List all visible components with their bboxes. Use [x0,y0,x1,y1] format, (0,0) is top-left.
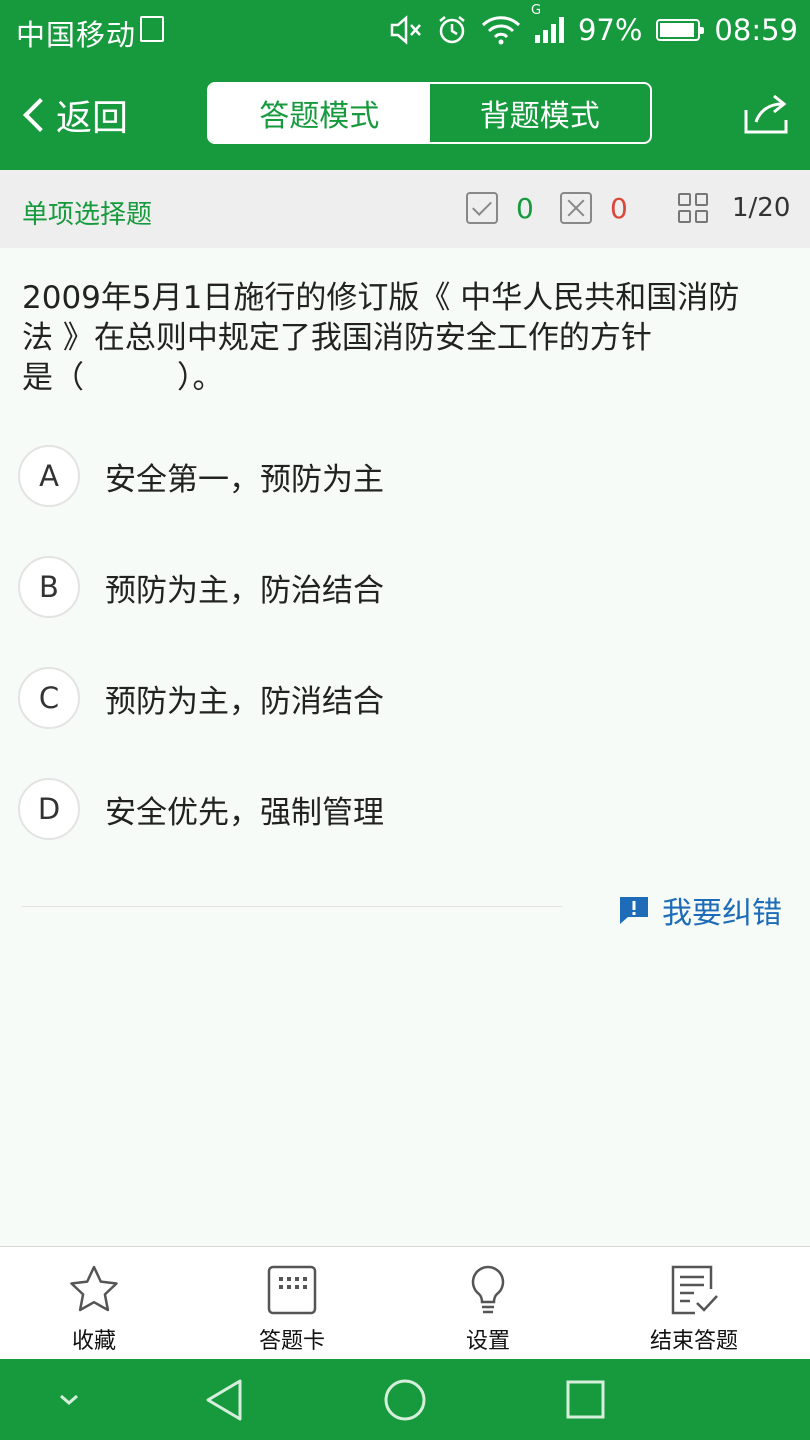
option-d[interactable]: D 安全优先，强制管理 [18,777,788,841]
mode-switch: 答题模式 背题模式 [207,82,652,144]
option-c[interactable]: C 预防为主，防消结合 [18,666,788,730]
finish-button[interactable]: 结束答题 [624,1263,764,1355]
report-label: 我要纠错 [662,896,782,931]
progress-indicator[interactable]: 1/20 [678,188,790,228]
wrong-stat: 0 [560,188,628,228]
clock: 08:59 [714,13,798,47]
lightbulb-icon [471,1265,505,1314]
settings-button[interactable]: 设置 [418,1263,558,1355]
correct-count: 0 [516,191,534,225]
battery-icon [656,19,705,41]
nav-home-icon[interactable] [380,1377,430,1423]
tool-label: 答题卡 [258,1329,325,1354]
grid-icon [678,193,708,223]
option-letter: A [18,445,80,507]
question-progress: 1/20 [732,193,791,223]
back-button[interactable]: 返回 [20,90,128,140]
app-header: 返回 答题模式 背题模式 [0,60,810,170]
tab-answer-mode[interactable]: 答题模式 [209,84,430,142]
answer-card-button[interactable]: 答题卡 [222,1263,362,1355]
mute-icon [390,15,421,45]
star-icon [70,1265,118,1312]
correct-stat: 0 [466,188,534,228]
screenshot-notification-icon [140,16,164,42]
option-a[interactable]: A 安全第一，预防为主 [18,444,788,508]
question-type: 单项选择题 [22,200,153,230]
correct-check-icon [466,192,498,224]
option-text: 预防为主，防消结合 [105,683,384,720]
question-info-bar: 单项选择题 0 0 1/20 [0,170,810,248]
nav-recents-icon[interactable] [560,1377,610,1423]
network-type: G [530,3,542,18]
finish-sheet-icon [671,1265,718,1315]
bottom-toolbar: 收藏 答题卡 设置 结束答题 [0,1246,810,1359]
status-bar: 中国移动 G 97% 08:59 [0,0,810,60]
option-text: 预防为主，防治结合 [105,572,384,609]
back-label: 返回 [56,98,129,139]
answer-card-icon [267,1265,317,1315]
tab-recite-mode[interactable]: 背题模式 [430,84,651,142]
wrong-count: 0 [610,191,628,225]
hide-nav-chevron-icon[interactable] [44,1377,94,1423]
divider [22,906,562,907]
system-nav-bar [0,1359,810,1440]
option-b[interactable]: B 预防为主，防治结合 [18,555,788,619]
question-text: 2009年5月1日施行的修订版《 中华人民共和国消防 法 》在总则中规定了我国消… [22,278,792,398]
tool-label: 设置 [465,1329,510,1354]
option-letter: C [18,667,80,729]
report-bubble-icon [620,897,648,924]
option-letter: B [18,556,80,618]
tool-label: 结束答题 [649,1329,738,1354]
signal-icon [534,17,564,43]
wrong-cross-icon [560,192,592,224]
share-icon[interactable] [742,90,790,136]
wifi-icon [481,16,520,45]
battery-percent: 97% [577,13,643,47]
favorite-button[interactable]: 收藏 [24,1263,164,1355]
question-line: 2009年5月1日施行的修订版《 中华人民共和国消防 [22,280,740,316]
carrier-name: 中国移动 [16,18,137,52]
question-line: 是（ ）。 [22,360,224,396]
alarm-icon [439,16,465,44]
report-error-button[interactable]: 我要纠错 [618,888,782,932]
nav-back-icon[interactable] [200,1377,250,1423]
back-arrow-icon [23,98,57,132]
option-text: 安全第一，预防为主 [105,461,384,498]
question-line: 法 》在总则中规定了我国消防安全工作的方针 [22,320,652,356]
option-letter: D [18,778,80,840]
option-text: 安全优先，强制管理 [105,794,384,831]
tool-label: 收藏 [71,1329,116,1354]
